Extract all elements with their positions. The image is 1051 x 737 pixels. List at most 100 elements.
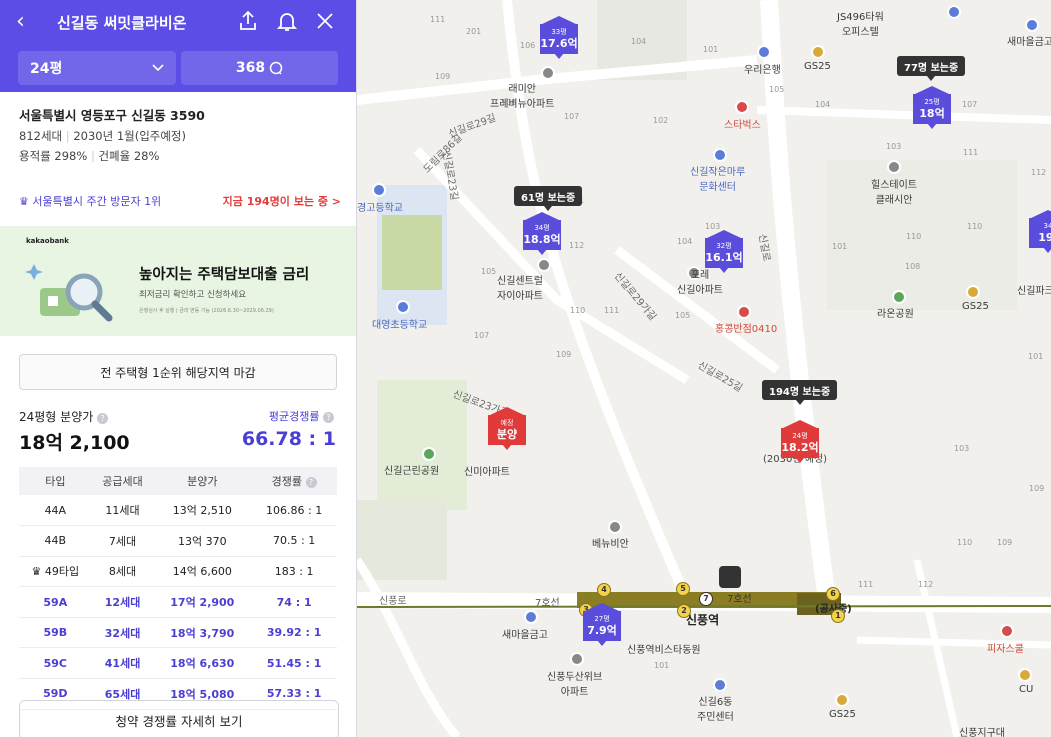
col-header: 공급세대: [91, 467, 154, 495]
place-gs25a[interactable]: GS25: [804, 61, 831, 72]
place-school1[interactable]: 경고등학교: [357, 199, 403, 214]
place-singil-hall[interactable]: 신길작은마루 문화센터: [690, 163, 745, 193]
place-saemaeul1[interactable]: 새마을금고: [1007, 33, 1051, 48]
place-singil6[interactable]: 신길6동 주민센터: [697, 693, 734, 723]
help-icon[interactable]: ?: [323, 412, 334, 423]
apt-icon: [608, 520, 622, 534]
chat-icon: [269, 61, 283, 75]
place-bebibi[interactable]: 베뉴비안: [592, 535, 629, 550]
bell-icon[interactable]: [275, 9, 299, 33]
building-icon: [713, 148, 727, 162]
far: 용적률 298%: [19, 149, 88, 163]
table-row[interactable]: 44B 7세대 13억 370 70.5 : 1: [19, 525, 337, 557]
line-label: 7호선: [727, 594, 752, 605]
price-marker[interactable]: 32평 16.1억: [705, 230, 743, 276]
place-singil-gu[interactable]: 신풍지구대: [959, 724, 1005, 737]
table-row-selected[interactable]: 59C 41세대 18억 6,630 51.45 : 1: [19, 647, 337, 680]
place-singeun[interactable]: 신길근린공원: [384, 462, 439, 477]
chevron-down-icon: [152, 64, 164, 72]
store-icon: [811, 45, 825, 59]
live-viewers-link[interactable]: 지금 194명이 보는 중 >: [223, 193, 341, 209]
place-school2[interactable]: 대영초등학교: [372, 316, 427, 331]
place-js496[interactable]: JS496타워 오피스텔: [837, 8, 884, 38]
map-view[interactable]: 111 201 106 104 101 109 108 107 102 103 …: [357, 0, 1051, 737]
complex-info: 서울특별시 영등포구 신길동 3590 812세대 | 2030년 1월(입주예…: [19, 108, 205, 163]
subway-exit-4[interactable]: 4: [597, 583, 611, 597]
price-marker[interactable]: 33평 17.6억: [540, 16, 578, 62]
place-pizza[interactable]: 피자스쿨: [987, 640, 1024, 655]
building-icon: [713, 678, 727, 692]
place-gs25c[interactable]: GS25: [829, 709, 856, 720]
bank-icon: [524, 610, 538, 624]
help-icon[interactable]: ?: [97, 413, 109, 424]
banner-fine: 은행심사 후 실행 | 금리 변동 가능 (2026.6.30~2029.06.…: [139, 308, 274, 314]
col-header: 분양가: [153, 467, 252, 495]
restaurant-icon: [1000, 624, 1014, 638]
park-icon: [422, 447, 436, 461]
price-marker[interactable]: 3419.: [1029, 210, 1051, 256]
price-marker[interactable]: 34평 18.8억: [523, 212, 561, 258]
back-button[interactable]: ‹: [16, 10, 25, 34]
ad-banner[interactable]: kakaobank 높아지는 주택담보대출 금리 최저금리 확인하고 신청하세요…: [0, 226, 356, 336]
viewer-bubble: 194명 보는중: [762, 380, 838, 405]
comments-button[interactable]: 368: [181, 51, 338, 85]
table-row[interactable]: ♛ 49타입 8세대 14억 6,600 183 : 1: [19, 556, 337, 588]
subway-exit-1[interactable]: 1: [831, 609, 845, 623]
table-row-selected[interactable]: 59A 12세대 17억 2,900 74 : 1: [19, 586, 337, 618]
place-central[interactable]: 신길센트럴 자이아파트: [497, 272, 543, 302]
place-hillstate[interactable]: 힐스테이트 클래시안: [871, 176, 917, 206]
place-cu[interactable]: CU: [1019, 684, 1033, 695]
school-icon: [372, 183, 386, 197]
restaurant-icon: [737, 305, 751, 319]
store-icon: [1018, 668, 1032, 682]
status-closed-button[interactable]: 전 주택형 1순위 해당지역 마감: [19, 354, 337, 390]
subway-exit-2[interactable]: 2: [677, 604, 691, 618]
move-in: 2030년 1월(입주예정): [73, 129, 187, 143]
place-raemian[interactable]: 래미안 프레비뉴아파트: [490, 80, 554, 110]
subway-exit-5[interactable]: 5: [676, 582, 690, 596]
share-icon[interactable]: [236, 9, 260, 33]
table-row[interactable]: 44A 11세대 13억 2,510 106.86 : 1: [19, 495, 337, 527]
place-starbucks[interactable]: 스타벅스: [724, 116, 761, 131]
place-shinmi[interactable]: 신미아파트: [464, 463, 510, 478]
place-gs25b[interactable]: GS25: [962, 301, 989, 312]
close-icon[interactable]: [313, 9, 337, 33]
subway-station-icon[interactable]: [719, 566, 741, 588]
banner-sub: 최저금리 확인하고 신청하세요: [139, 290, 247, 300]
station-name[interactable]: 신풍역: [686, 611, 719, 628]
size-select[interactable]: 24평: [18, 51, 176, 85]
line-label: 7호선: [535, 598, 560, 609]
rank-text: 서울특별시 주간 방문자 1위: [32, 195, 162, 208]
banner-headline: 높아지는 주택담보대출 금리: [139, 267, 310, 283]
bcr: 건폐율 28%: [98, 149, 160, 163]
price-marker[interactable]: 27평 7.9억: [583, 603, 621, 649]
place-raon[interactable]: 라온공원: [877, 305, 914, 320]
cafe-icon: [735, 100, 749, 114]
bank-icon: [1025, 18, 1039, 32]
subway-exit-6[interactable]: 6: [826, 587, 840, 601]
place-woori[interactable]: 우리은행: [744, 61, 781, 76]
place-saemaeul2[interactable]: 새마을금고: [502, 626, 548, 641]
table-row-selected[interactable]: 59B 32세대 18억 3,790 39.92 : 1: [19, 617, 337, 649]
apt-icon: [537, 258, 551, 272]
price-label-row: 24평형 분양가 ?: [19, 408, 109, 425]
place-dusan[interactable]: 신풍두산위브 아파트: [547, 668, 602, 698]
view-count: 368: [235, 60, 266, 76]
col-header: 경쟁률 ?: [251, 467, 337, 495]
side-panel: ‹ 신길동 써밋클라비온 24평 368 서울특별시 영등포구 신길동 3590…: [0, 0, 357, 737]
school-icon: [396, 300, 410, 314]
help-icon[interactable]: ?: [305, 477, 317, 488]
presale-marker[interactable]: 예정 분양: [488, 407, 526, 453]
place-hongkong[interactable]: 홍콩반점0410: [715, 320, 777, 335]
road-label: 신풍로: [379, 596, 407, 607]
store-icon: [835, 693, 849, 707]
col-header: 타입: [19, 467, 92, 495]
place-singil-park[interactable]: 신길파크: [1017, 282, 1051, 297]
price-marker-selected[interactable]: 24평 18.2억: [781, 420, 819, 466]
apt-icon: [541, 66, 555, 80]
competition-detail-button[interactable]: 청약 경쟁률 자세히 보기: [19, 700, 339, 737]
price-marker[interactable]: 25평 18억: [913, 86, 951, 132]
place-singpung-hall[interactable]: 신풍역비스타동원: [627, 641, 701, 656]
price-value: 18억 2,100: [19, 432, 130, 454]
bank-icon: [947, 5, 961, 19]
